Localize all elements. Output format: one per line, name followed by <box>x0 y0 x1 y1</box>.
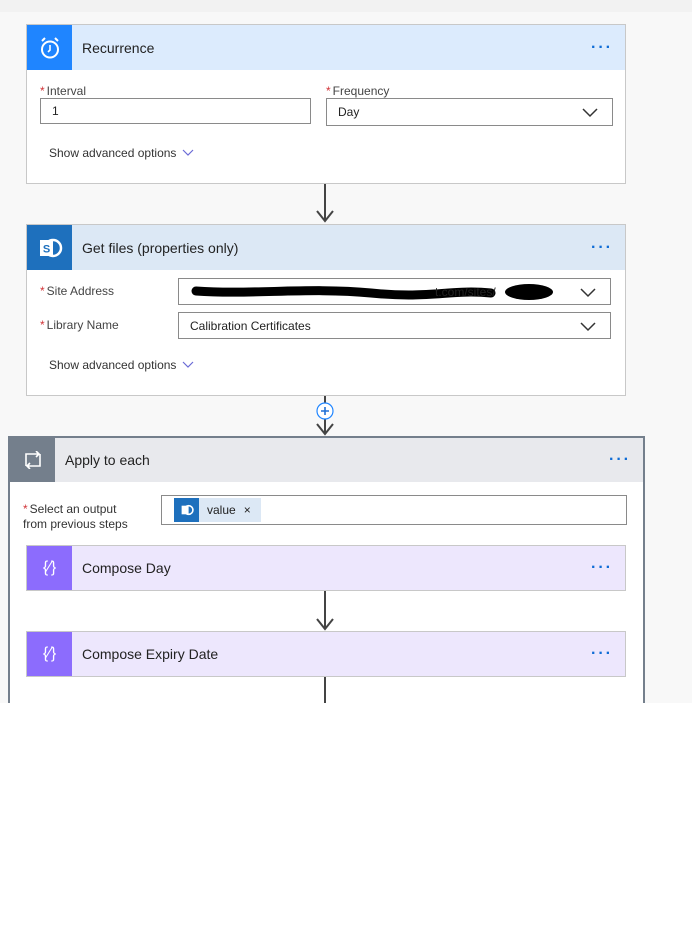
apply-to-each-header[interactable]: Apply to each ··· <box>10 438 643 482</box>
apply-to-each-container: Apply to each ··· * Select an output from … <box>8 436 645 717</box>
site-address-dropdown[interactable]: t.com/sites/ <box>178 278 611 305</box>
recurrence-header[interactable]: Recurrence ··· <box>27 25 625 70</box>
compose-day-card[interactable]: {∕} Compose Day ··· <box>26 545 626 591</box>
more-options-button[interactable]: ··· <box>591 239 613 257</box>
redaction-mark <box>191 284 553 300</box>
svg-text:S: S <box>42 243 49 255</box>
show-advanced-options-get-files[interactable]: Show advanced options <box>49 358 194 372</box>
arrow-down-icon <box>316 423 334 436</box>
chevron-down-icon <box>183 361 194 368</box>
alarm-clock-icon <box>27 25 72 70</box>
compose-icon: {∕} <box>27 546 72 590</box>
interval-label: * Interval <box>40 84 87 98</box>
arrow-down-icon <box>316 210 334 223</box>
show-advanced-options-recurrence[interactable]: Show advanced options <box>49 146 194 160</box>
recurrence-card: Recurrence ··· * Interval 1 * Frequency Da… <box>26 24 626 184</box>
compose-expiry-date-card[interactable]: {∕} Compose Expiry Date ··· <box>26 631 626 677</box>
get-files-title: Get files (properties only) <box>82 239 239 256</box>
chevron-down-icon <box>582 108 598 118</box>
chevron-down-icon <box>580 288 596 298</box>
frequency-label: * Frequency <box>326 84 390 98</box>
top-strip <box>0 0 692 12</box>
compose-expiry-title: Compose Expiry Date <box>82 646 219 662</box>
site-address-label: * Site Address <box>40 284 115 298</box>
more-options-button[interactable]: ··· <box>591 39 613 57</box>
library-name-label: * Library Name <box>40 318 119 332</box>
chevron-down-icon <box>183 149 194 156</box>
insert-step-plus-icon[interactable] <box>316 402 334 420</box>
site-address-value: t.com/sites/ <box>435 284 496 299</box>
remove-token-button[interactable]: × <box>244 503 251 517</box>
compose-day-title: Compose Day <box>82 560 171 576</box>
frequency-dropdown[interactable]: Day <box>326 98 613 126</box>
more-options-button[interactable]: ··· <box>609 451 631 469</box>
chevron-down-icon <box>580 322 596 332</box>
more-options-button[interactable]: ··· <box>591 645 613 663</box>
blank-area <box>0 703 692 935</box>
select-output-input[interactable]: value × <box>161 495 627 525</box>
sharepoint-icon <box>174 498 199 522</box>
apply-to-each-title: Apply to each <box>65 452 150 468</box>
sharepoint-icon: S <box>27 225 72 270</box>
recurrence-title: Recurrence <box>82 39 155 56</box>
get-files-header[interactable]: S Get files (properties only) ··· <box>27 225 625 270</box>
value-token: value × <box>174 498 261 522</box>
get-files-card: S Get files (properties only) ··· * Site … <box>26 224 626 396</box>
loop-icon <box>10 438 55 482</box>
library-name-dropdown[interactable]: Calibration Certificates <box>178 312 611 339</box>
arrow-down-icon <box>316 618 334 631</box>
token-label: value <box>207 503 236 517</box>
select-output-label: * Select an output from previous steps <box>23 502 128 531</box>
more-options-button[interactable]: ··· <box>591 559 613 577</box>
interval-input[interactable]: 1 <box>40 98 311 124</box>
compose-icon: {∕} <box>27 632 72 676</box>
